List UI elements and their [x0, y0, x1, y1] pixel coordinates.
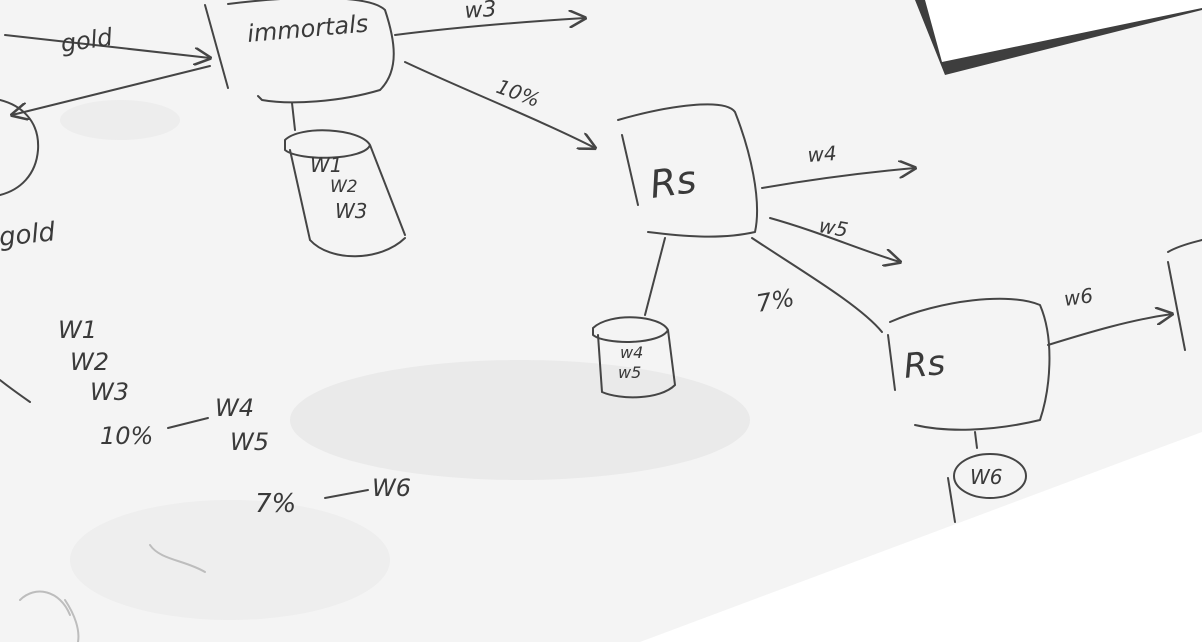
- smudge: [70, 500, 390, 620]
- note-w1: W1: [58, 316, 97, 344]
- store2-w4: w4: [620, 343, 643, 362]
- note-w4: W4: [215, 394, 254, 422]
- note-w6: W6: [372, 474, 411, 502]
- note-pct7: 7%: [255, 489, 296, 519]
- label-gold-left: gold: [0, 217, 57, 253]
- label-w6-circle: W6: [970, 465, 1003, 489]
- note-w2: W2: [70, 348, 109, 376]
- label-w3-arrow: w3: [464, 0, 498, 24]
- label-rs-1: Rs: [647, 157, 699, 207]
- smudge: [60, 100, 180, 140]
- label-rs-2: Rs: [902, 343, 947, 387]
- store1-w3: W3: [335, 199, 368, 223]
- label-w4-arrow: w4: [807, 141, 838, 167]
- note-pct10: 10%: [100, 422, 153, 450]
- smudge: [290, 360, 750, 480]
- label-w5-arrow: w5: [817, 213, 850, 242]
- store2-w5: w5: [618, 363, 641, 382]
- note-w5: W5: [230, 428, 269, 456]
- store1-w1: W1: [310, 153, 343, 177]
- store1-w2: W2: [330, 177, 358, 197]
- whiteboard-diagram: gold gold immortals w3 10% W1 W2 W3 Rs w…: [0, 0, 1202, 642]
- note-w3: W3: [90, 378, 129, 406]
- label-w6-arrow: w6: [1062, 283, 1094, 311]
